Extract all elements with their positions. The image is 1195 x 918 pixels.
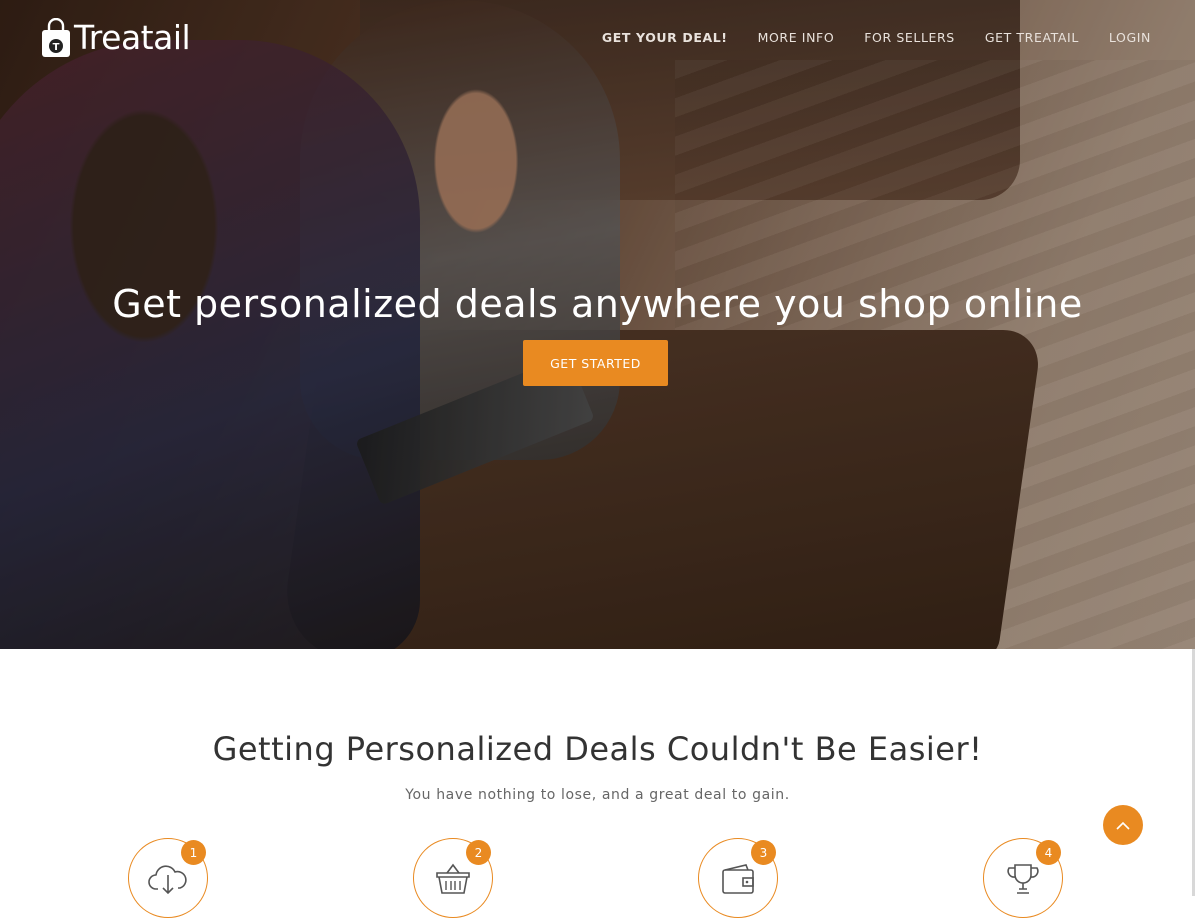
step-number-badge: 1 (181, 840, 206, 865)
step-3: 3 (698, 838, 778, 918)
step-number-badge: 4 (1036, 840, 1061, 865)
brand-logo[interactable]: T Treatail (40, 14, 191, 58)
step-number-badge: 3 (751, 840, 776, 865)
step-4: 4 (983, 838, 1063, 918)
brand-name: Treatail (74, 18, 191, 57)
nav-get-treatail[interactable]: GET TREATAIL (985, 30, 1079, 46)
nav-for-sellers[interactable]: FOR SELLERS (864, 30, 955, 46)
svg-text:T: T (53, 42, 60, 53)
shopping-bag-icon: T (40, 18, 72, 58)
step-1: 1 (128, 838, 208, 918)
wallet-icon (718, 861, 758, 897)
chevron-up-icon (1116, 816, 1130, 835)
section-subtitle: You have nothing to lose, and a great de… (405, 787, 790, 803)
shopping-basket-icon (433, 861, 473, 897)
nav-get-your-deal[interactable]: GET YOUR DEAL! (602, 30, 728, 46)
get-started-button[interactable]: GET STARTED (523, 340, 668, 386)
main-nav: GET YOUR DEAL! MORE INFO FOR SELLERS GET… (602, 30, 1151, 46)
scroll-to-top-button[interactable] (1103, 805, 1143, 845)
section-title: Getting Personalized Deals Couldn't Be E… (212, 730, 983, 768)
nav-more-info[interactable]: MORE INFO (758, 30, 835, 46)
cloud-download-icon (148, 861, 188, 897)
step-2: 2 (413, 838, 493, 918)
trophy-icon (1003, 861, 1043, 897)
nav-login[interactable]: LOGIN (1109, 30, 1151, 46)
hero-title: Get personalized deals anywhere you shop… (112, 282, 1083, 326)
step-number-badge: 2 (466, 840, 491, 865)
